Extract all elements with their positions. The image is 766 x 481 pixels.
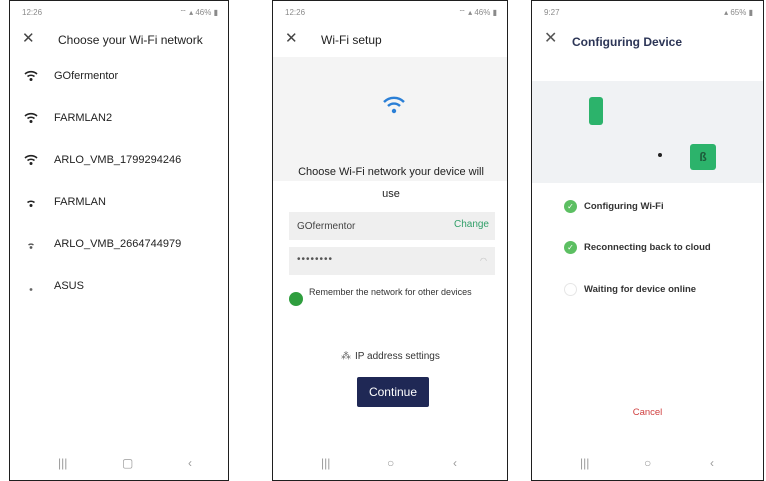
status-battery: ▴ 65% ▮	[724, 8, 753, 17]
network-item[interactable]: ASUS	[10, 277, 228, 297]
cancel-button[interactable]: Cancel	[532, 407, 763, 418]
close-icon[interactable]: ✕	[285, 29, 298, 49]
network-name: ASUS	[54, 280, 84, 292]
ip-settings-link[interactable]: ⁂ IP address settings	[341, 351, 440, 362]
home-button[interactable]: ○	[644, 456, 651, 470]
recents-button[interactable]: |||	[580, 456, 589, 470]
connection-illustration	[532, 81, 763, 183]
ip-settings-label: IP address settings	[355, 351, 440, 362]
network-item[interactable]: ARLO_VMB_1799294246	[10, 151, 228, 171]
wifi-icon	[24, 154, 38, 165]
network-field[interactable]: GOfermentor Change	[289, 212, 495, 240]
step-label: Reconnecting back to cloud	[584, 242, 711, 253]
back-button[interactable]: ‹	[188, 456, 192, 470]
wifi-list-screen: 12:26 ⌔ ▴ 46% ▮ ✕ Choose your Wi-Fi netw…	[9, 0, 229, 481]
network-name: FARMLAN2	[54, 112, 113, 124]
header: ✕ Configuring Device	[532, 29, 763, 51]
phone-icon	[589, 97, 603, 125]
network-item[interactable]: FARMLAN2	[10, 109, 228, 129]
configuring-device-screen: 9:27 ▴ 65% ▮ ✕ Configuring Device ß ✓ Co…	[531, 0, 764, 481]
wifi-icon	[26, 200, 36, 207]
network-name: FARMLAN	[54, 196, 106, 208]
step-label: Configuring Wi-Fi	[584, 201, 664, 212]
back-button[interactable]: ‹	[453, 456, 457, 470]
status-time: 12:26	[285, 8, 306, 17]
recents-button[interactable]: |||	[58, 456, 67, 470]
close-icon[interactable]: ✕	[544, 29, 557, 49]
recents-button[interactable]: |||	[321, 456, 330, 470]
network-name: ARLO_VMB_2664744979	[54, 238, 182, 250]
remember-label: Remember the network for other devices	[309, 287, 472, 297]
password-value: ••••••••	[297, 254, 334, 265]
password-field[interactable]: •••••••• ◠	[289, 247, 495, 275]
close-icon[interactable]: ✕	[22, 29, 35, 49]
network-settings-icon: ⁂	[341, 351, 351, 362]
page-title: Wi-Fi setup	[321, 33, 382, 47]
wifi-icon	[28, 243, 34, 249]
network-item[interactable]: FARMLAN	[10, 193, 228, 213]
back-button[interactable]: ‹	[710, 456, 714, 470]
network-name: ARLO_VMB_1799294246	[54, 154, 182, 166]
wifi-icon	[383, 96, 405, 114]
network-value: GOfermentor	[297, 221, 356, 232]
status-bar: 12:26 ⌔ ▴ 46% ▮	[10, 7, 228, 21]
check-icon: ✓	[564, 200, 577, 213]
home-button[interactable]: ○	[387, 456, 394, 470]
home-button[interactable]: ▢	[122, 456, 133, 470]
change-link[interactable]: Change	[454, 219, 489, 230]
network-item[interactable]: ARLO_VMB_2664744979	[10, 235, 228, 255]
check-icon: ✓	[564, 241, 577, 254]
step-label: Waiting for device online	[584, 284, 697, 295]
header: ✕ Choose your Wi-Fi network	[10, 29, 228, 51]
wifi-icon	[29, 288, 33, 291]
status-bar: 9:27 ▴ 65% ▮	[532, 7, 763, 21]
show-password-icon[interactable]: ◠	[480, 256, 487, 265]
system-nav-bar: ||| ○ ‹	[273, 456, 507, 474]
wifi-icon	[24, 112, 38, 123]
pending-icon	[564, 283, 577, 296]
status-time: 12:26	[22, 8, 43, 17]
status-battery: ⌔ ▴ 46% ▮	[458, 8, 497, 17]
continue-button[interactable]: Continue	[357, 377, 429, 407]
page-title: Configuring Device	[572, 35, 683, 49]
setup-prompt: Choose Wi-Fi network your device will us…	[298, 166, 484, 200]
page-title: Choose your Wi-Fi network	[58, 33, 203, 47]
status-bar: 12:26 ⌔ ▴ 46% ▮	[273, 7, 507, 21]
status-time: 9:27	[544, 8, 560, 17]
wifi-icon	[24, 70, 38, 81]
system-nav-bar: ||| ▢ ‹	[10, 456, 228, 474]
status-battery: ⌔ ▴ 46% ▮	[179, 8, 218, 17]
remember-checkbox[interactable]	[289, 292, 303, 306]
header: ✕ Wi-Fi setup	[273, 29, 507, 51]
progress-dot	[658, 153, 662, 157]
network-name: GOfermentor	[54, 70, 119, 82]
system-nav-bar: ||| ○ ‹	[532, 456, 763, 474]
wifi-setup-screen: 12:26 ⌔ ▴ 46% ▮ ✕ Wi-Fi setup Choose Wi-…	[272, 0, 508, 481]
network-item[interactable]: GOfermentor	[10, 67, 228, 87]
device-icon: ß	[690, 144, 716, 170]
